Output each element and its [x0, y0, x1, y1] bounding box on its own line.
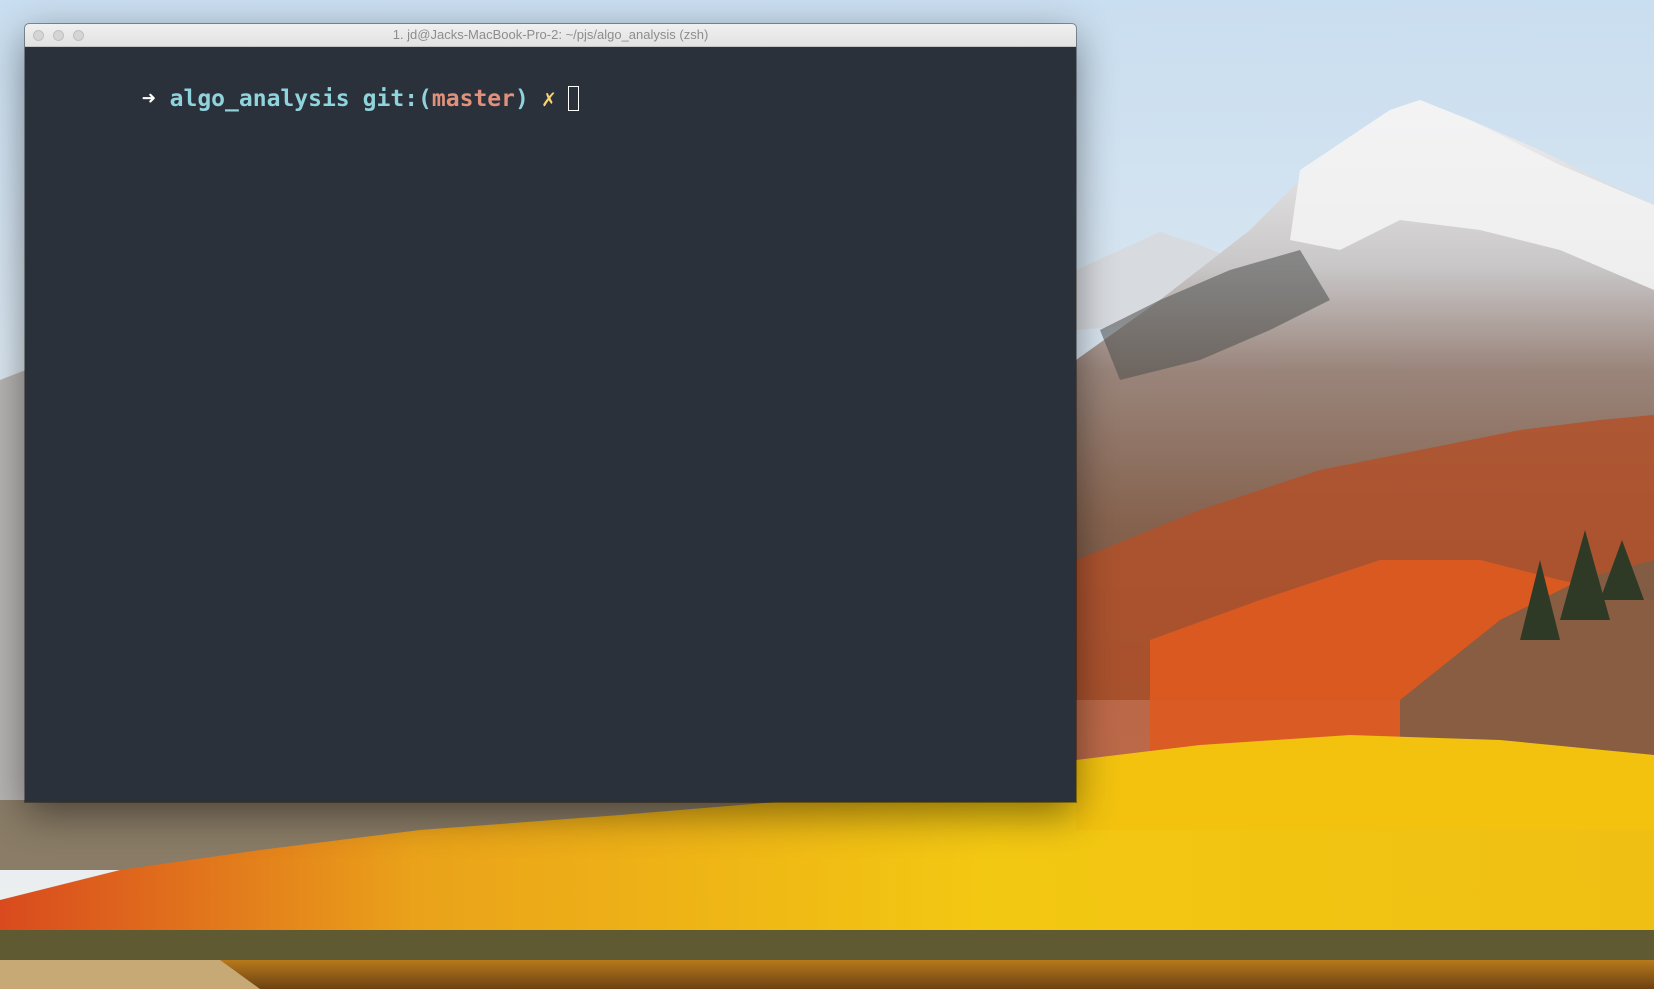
window-title: 1. jd@Jacks-MacBook-Pro-2: ~/pjs/algo_an…: [392, 27, 709, 42]
window-titlebar[interactable]: 1. jd@Jacks-MacBook-Pro-2: ~/pjs/algo_an…: [25, 24, 1076, 47]
prompt-directory: algo_analysis: [169, 86, 350, 112]
terminal-window[interactable]: 1. jd@Jacks-MacBook-Pro-2: ~/pjs/algo_an…: [25, 24, 1076, 802]
prompt-branch-paren-close: ): [515, 86, 529, 112]
prompt-git-branch: master: [431, 86, 515, 112]
desktop: 1. jd@Jacks-MacBook-Pro-2: ~/pjs/algo_an…: [0, 0, 1654, 989]
text-cursor: [567, 86, 579, 111]
prompt-dirty-marker-icon: ✗: [541, 86, 556, 112]
prompt-branch-paren-open: (: [418, 86, 432, 112]
prompt-git-label: git:: [362, 86, 419, 112]
prompt-arrow-icon: ➜: [141, 86, 156, 112]
terminal-content-area[interactable]: ➜ algo_analysis git:(master) ✗: [25, 47, 1076, 802]
shell-prompt-line: ➜ algo_analysis git:(master) ✗: [31, 51, 579, 112]
